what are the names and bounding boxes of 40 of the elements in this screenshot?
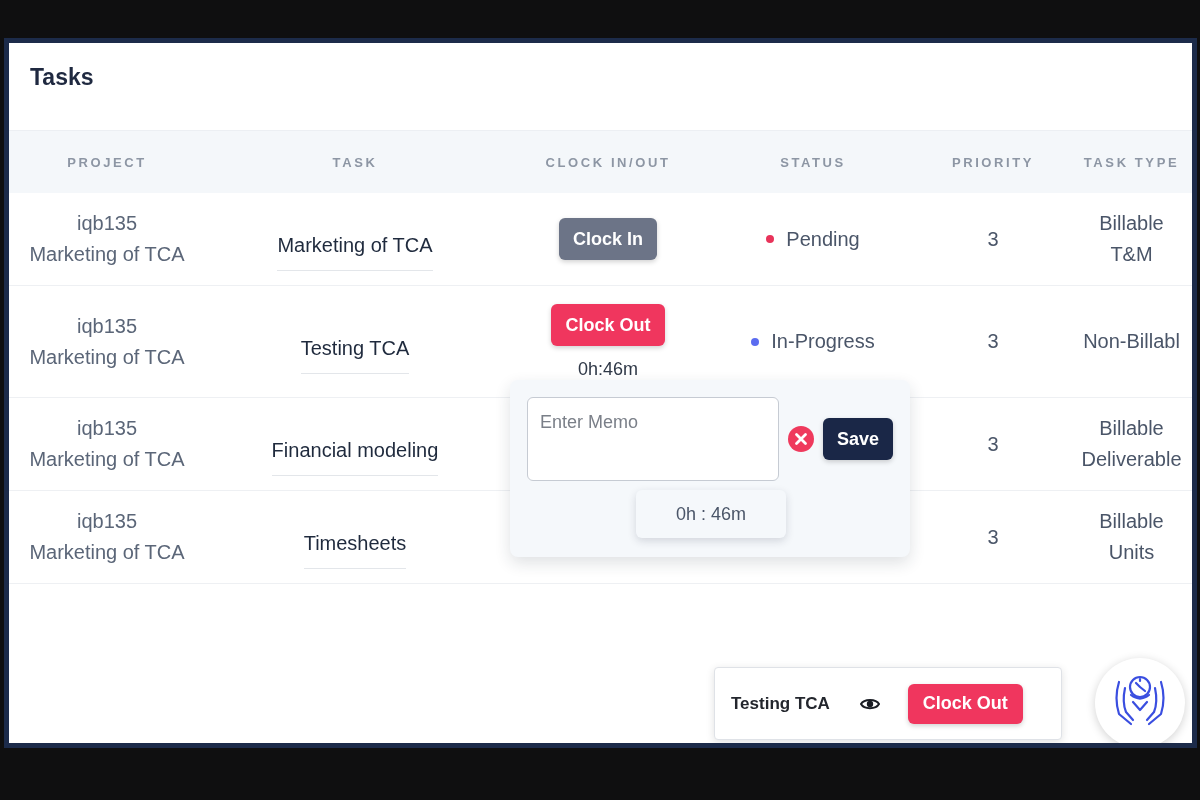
project-name: Marketing of TCA <box>29 344 185 370</box>
project-name: Marketing of TCA <box>29 242 185 267</box>
column-header: PROJECT <box>67 154 147 170</box>
priority-value: 3 <box>987 226 999 252</box>
project-name: Marketing of TCA <box>29 447 185 472</box>
task-type: Billable T&M <box>1098 211 1165 267</box>
project-code: iqb135 <box>76 509 138 534</box>
active-task-name: Testing TCA <box>731 693 830 714</box>
status-label: In-Progress <box>771 330 875 353</box>
priority-value: 3 <box>987 524 999 550</box>
task-name[interactable]: Testing TCA <box>300 335 410 374</box>
clock-out-button[interactable]: Clock Out <box>907 683 1023 724</box>
memo-field[interactable]: Enter Memo <box>527 397 779 481</box>
task-type: Billable Units <box>1098 509 1165 565</box>
task-name[interactable]: Timesheets <box>303 531 407 569</box>
column-header: CLOCK IN/OUT <box>545 154 671 170</box>
column-header: PRIORITY <box>951 154 1035 170</box>
priority-value: 3 <box>987 329 999 354</box>
page-title: Tasks <box>29 63 95 92</box>
column-header: TASK TYPE <box>1083 154 1180 170</box>
status-label: Pending <box>786 227 860 251</box>
project-name: Marketing of TCA <box>29 540 185 565</box>
project-code: iqb135 <box>76 416 138 441</box>
elapsed-time: 0h:46m <box>577 358 638 380</box>
eye-icon[interactable] <box>859 696 880 711</box>
priority-value: 3 <box>987 431 999 457</box>
column-header: TASK <box>332 154 378 170</box>
project-code: iqb135 <box>76 211 138 236</box>
clock-in-button[interactable]: Clock In <box>559 218 657 260</box>
task-name[interactable]: Financial modeling <box>271 438 439 476</box>
clock-out-button[interactable]: Clock Out <box>551 304 665 346</box>
column-header: STATUS <box>780 154 846 170</box>
task-name[interactable]: Marketing of TCA <box>277 233 433 271</box>
hands-clock-logo-icon[interactable] <box>1095 658 1185 743</box>
project-code: iqb135 <box>76 313 138 339</box>
task-type: Billable Deliverable <box>1080 416 1183 472</box>
elapsed-timer: 0h : 46m <box>636 490 786 538</box>
task-type: Non-Billabl <box>1083 329 1180 354</box>
save-button[interactable]: Save <box>822 418 893 460</box>
close-icon[interactable] <box>787 426 814 452</box>
